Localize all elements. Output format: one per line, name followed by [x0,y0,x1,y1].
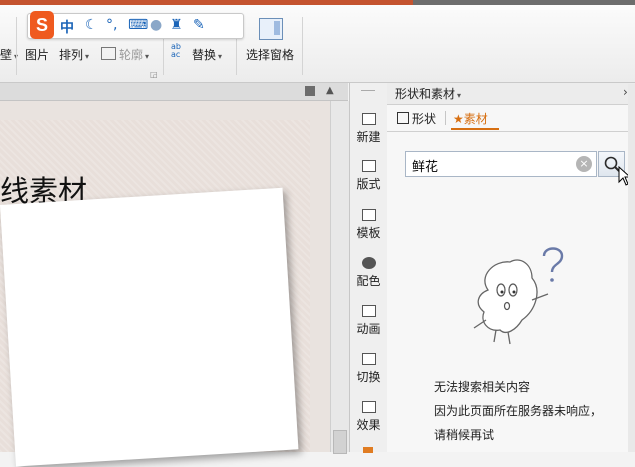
selection-pane-label: 选择窗格 [246,48,295,62]
replace-button-label: 替换 [192,48,217,62]
star-icon: ★ [453,112,464,126]
tool-effects-label: 效果 [356,418,381,432]
replace-icon: ab ac [171,42,181,59]
task-pane-title[interactable]: 形状和素材 ▾ [395,85,461,102]
tool-color-scheme[interactable]: 配色 [350,257,387,289]
replace-button[interactable]: 替换 ▾ [192,46,222,63]
task-pane-scrollbar[interactable] [628,84,635,452]
shape-button-label: 壁 [0,48,13,62]
animation-star-icon [361,305,376,317]
tool-animation[interactable]: 动画 [350,305,387,337]
selection-pane-button[interactable]: 选择窗格 [246,46,294,63]
scrollbar-thumb[interactable] [333,430,347,454]
punctuation-icon[interactable]: °, [106,17,117,33]
tool-template-label: 模板 [356,226,381,240]
tool-transition[interactable]: 切换 [350,353,387,385]
document-header-bar: ▲ [0,83,348,101]
pencil-icon [101,47,116,60]
template-icon [361,209,376,221]
dialog-launcher-icon[interactable]: ◲ [150,70,158,79]
keyboard-icon[interactable]: ⌨ [128,17,148,33]
transition-icon [361,353,376,365]
empty-state-message: 无法搜索相关内容 因为此页面所在服务器未响应， 请稍候再试 [434,375,624,447]
effects-icon [361,401,376,413]
user-icon[interactable]: ● [150,17,162,33]
tab-shapes[interactable]: 形状 [397,110,436,127]
wrench-icon[interactable]: ✎ [193,17,205,33]
task-pane-header: 形状和素材 ▾ › [387,83,635,105]
tool-color-scheme-label: 配色 [356,274,381,288]
picture-button-label: 图片 [25,48,50,62]
chevron-up-icon[interactable]: ▲ [326,85,334,96]
tool-new[interactable]: 新建 [350,113,387,145]
tab-materials-label: 素材 [463,112,488,126]
empty-state-illustration [473,247,564,345]
tool-layout-label: 版式 [356,177,381,191]
message-line-3: 请稍候再试 [434,428,495,442]
restore-icon[interactable] [305,86,315,96]
ime-mode-toggle[interactable]: 中 [60,17,74,37]
search-input[interactable] [410,153,574,177]
tool-layout[interactable]: 版式 [350,160,387,192]
message-line-2: 因为此页面所在服务器未响应， [434,404,603,418]
task-pane-title-label: 形状和素材 [395,87,456,101]
task-pane-tabs: 形状 ★素材 [387,105,635,132]
picture-button[interactable]: 图片 [25,46,49,63]
tool-new-label: 新建 [356,130,381,144]
new-page-icon [361,113,376,125]
tool-transition-label: 切换 [356,370,381,384]
tool-animation-label: 动画 [356,322,381,336]
tab-shapes-label: 形状 [412,112,437,126]
clear-search-icon[interactable]: × [576,156,592,172]
vertical-scrollbar[interactable] [330,101,349,452]
layout-icon [361,160,376,172]
arrange-button-label: 排列 [59,48,84,62]
more-tools-icon[interactable] [363,447,373,453]
selection-pane-icon [259,18,283,40]
tool-template[interactable]: 模板 [350,209,387,241]
tab-materials[interactable]: ★素材 [453,110,488,127]
moon-icon[interactable]: ☾ [85,17,98,33]
outline-button-label: 轮廓 [119,48,144,62]
side-tool-strip: 新建 版式 模板 配色 动画 切换 效果 [349,83,388,453]
tool-effects[interactable]: 效果 [350,401,387,433]
sogou-logo-icon[interactable]: S [30,11,54,39]
shapes-icon [397,112,409,124]
ime-toolbar: S 中 ☾ °, ⌨ ● ♜ ✎ [27,11,244,39]
material-search-box[interactable] [405,151,597,177]
slide-picture[interactable] [0,187,299,467]
message-line-1: 无法搜索相关内容 [434,380,531,394]
palette-icon [361,257,376,269]
outline-button[interactable]: 轮廓 ▾ [101,46,149,63]
skin-shirt-icon[interactable]: ♜ [170,17,183,33]
arrange-button[interactable]: 排列 ▾ [59,46,89,63]
